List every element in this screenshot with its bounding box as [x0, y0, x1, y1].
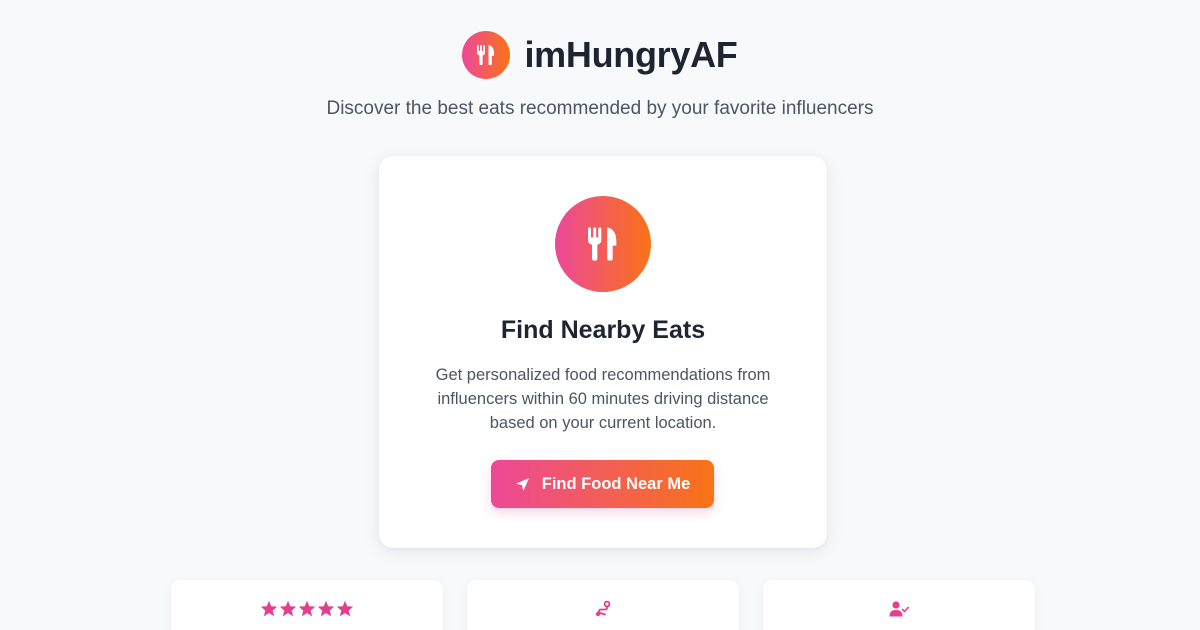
tagline: Discover the best eats recommended by yo…	[326, 98, 874, 119]
card-description: Get personalized food recommendations fr…	[435, 366, 771, 432]
route-icon	[594, 600, 612, 618]
brand-header: imHungryAF	[0, 31, 1200, 79]
feature-card-route	[467, 580, 739, 630]
location-arrow-icon	[515, 477, 530, 492]
feature-card-verified	[763, 580, 1035, 630]
find-food-button-label: Find Food Near Me	[541, 474, 691, 493]
card-title: Find Nearby Eats	[500, 316, 706, 344]
utensils-icon	[555, 196, 651, 292]
feature-card-ratings	[171, 580, 443, 630]
find-nearby-card: Find Nearby Eats Get personalized food r…	[379, 156, 827, 548]
find-food-button[interactable]: Find Food Near Me	[491, 460, 714, 508]
landing-page: imHungryAF Discover the best eats recomm…	[0, 0, 1200, 630]
brand-name: imHungryAF	[524, 34, 738, 75]
star-rating-icon	[260, 600, 354, 617]
utensils-icon	[462, 31, 511, 79]
user-check-icon	[889, 600, 909, 618]
